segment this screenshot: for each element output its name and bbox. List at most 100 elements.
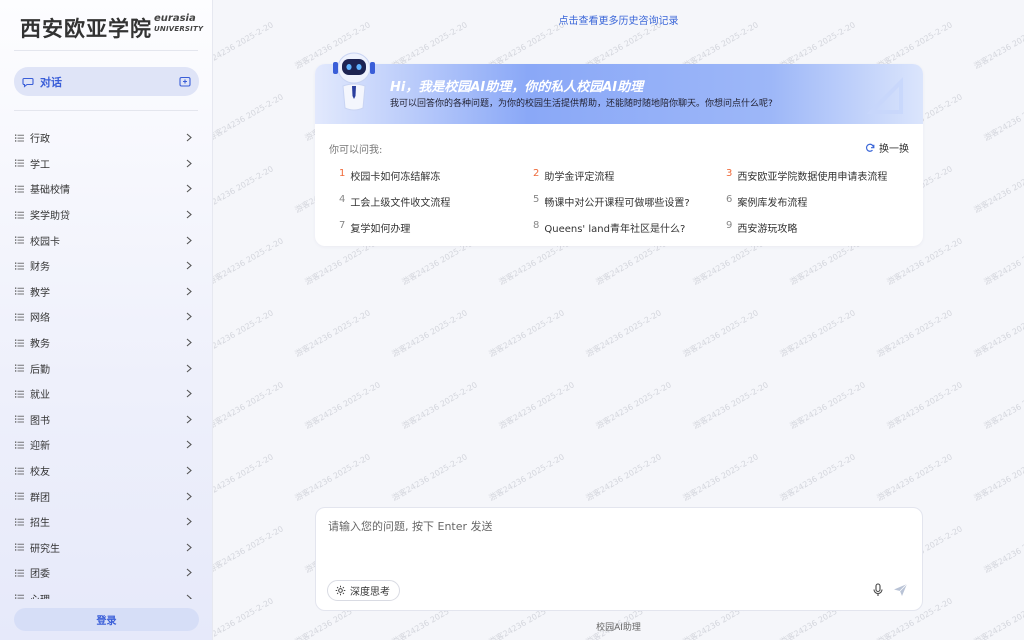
watermark-text: 游客24236 2025-2-20 [982, 236, 1024, 287]
question-text: 复学如何办理 [350, 224, 411, 235]
sidebar-menu-label: 心理 [30, 591, 50, 599]
chevron-right-icon [186, 389, 192, 398]
sidebar-menu-item[interactable]: 后勤 [0, 355, 212, 381]
list-icon [15, 390, 24, 398]
sidebar-menu-item[interactable]: 教务 [0, 330, 212, 356]
sidebar-menu-item[interactable]: 基础校情 [0, 176, 212, 202]
list-icon [15, 543, 24, 551]
sidebar-menu-label: 网络 [30, 313, 50, 325]
sidebar-menu-item[interactable]: 校园卡 [0, 227, 212, 253]
microphone-icon[interactable] [872, 583, 884, 597]
list-icon [15, 134, 24, 142]
watermark-text: 游客24236 2025-2-20 [213, 380, 285, 431]
question-number: 3 [726, 168, 733, 179]
sidebar-menu-item[interactable]: 迎新 [0, 432, 212, 458]
suggested-question[interactable]: 1 校园卡如何冻结解冻 [339, 168, 440, 183]
sidebar-menu-label: 就业 [30, 390, 50, 402]
new-chat-icon[interactable] [179, 76, 191, 88]
suggested-question[interactable]: 7 复学如何办理 [339, 220, 410, 235]
watermark-text: 游客24236 2025-2-20 [681, 308, 760, 359]
suggested-question[interactable]: 3 西安欧亚学院数据使用申请表流程 [726, 168, 887, 183]
chevron-right-icon [186, 364, 192, 373]
chevron-right-icon [186, 492, 192, 501]
list-icon [15, 287, 24, 295]
sidebar-menu-item[interactable]: 群团 [0, 483, 212, 509]
sidebar-menu-label: 教务 [30, 339, 50, 351]
sidebar-menu-label: 研究生 [30, 543, 60, 555]
chevron-right-icon [186, 517, 192, 526]
sidebar-menu-item[interactable]: 就业 [0, 381, 212, 407]
suggested-question[interactable]: 6 案例库发布流程 [726, 194, 807, 209]
welcome-card: Hi，我是校园AI助理，你的私人校园AI助理 我可以回答你的各种问题，为你的校园… [315, 64, 923, 246]
question-text: 工会上级文件收文流程 [350, 198, 451, 209]
chevron-right-icon [186, 159, 192, 168]
suggestions-label: 你可以问我: [329, 145, 383, 156]
send-icon[interactable] [893, 583, 908, 597]
question-number: 8 [533, 220, 540, 231]
sidebar-menu-item[interactable]: 学工 [0, 151, 212, 177]
welcome-header: Hi，我是校园AI助理，你的私人校园AI助理 我可以回答你的各种问题，为你的校园… [315, 64, 923, 124]
refresh-suggestions-button[interactable]: 换一换 [865, 140, 909, 155]
watermark-text: 游客24236 2025-2-20 [972, 596, 1024, 640]
watermark-text: 游客24236 2025-2-20 [972, 308, 1024, 359]
chat-bubble-icon [22, 77, 34, 88]
watermark-text: 游客24236 2025-2-20 [213, 452, 275, 503]
sidebar-menu-item[interactable]: 奖学助贷 [0, 202, 212, 228]
question-number: 9 [726, 220, 733, 231]
history-link[interactable]: 点击查看更多历史咨询记录 [213, 12, 1024, 27]
sidebar-menu-item[interactable]: 研究生 [0, 535, 212, 561]
chevron-right-icon [186, 543, 192, 552]
suggested-question[interactable]: 5 畅课中对公开课程可做哪些设置? [533, 194, 690, 209]
list-icon [15, 159, 24, 167]
watermark-text: 游客24236 2025-2-20 [497, 380, 576, 431]
gear-icon [335, 585, 346, 596]
chevron-right-icon [186, 185, 192, 193]
sidebar-menu-item[interactable]: 教学 [0, 279, 212, 305]
login-button[interactable]: 登录 [14, 608, 199, 631]
chevron-right-icon [186, 338, 192, 347]
question-input[interactable] [328, 518, 908, 568]
chevron-right-icon [186, 568, 192, 577]
suggested-question[interactable]: 2 助学金评定流程 [533, 168, 614, 183]
watermark-text: 游客24236 2025-2-20 [400, 380, 479, 431]
sidebar-menu-item[interactable]: 心理 [0, 586, 212, 599]
chat-nav-button[interactable]: 对话 [14, 67, 199, 96]
question-number: 7 [339, 220, 346, 231]
question-number: 6 [726, 194, 733, 205]
sidebar-menu-item[interactable]: 财务 [0, 253, 212, 279]
chat-nav-label: 对话 [40, 75, 62, 89]
suggested-question[interactable]: 4 工会上级文件收文流程 [339, 194, 450, 209]
list-icon [15, 441, 24, 449]
sidebar-menu-label: 图书 [30, 415, 50, 427]
sidebar-menu-item[interactable]: 招生 [0, 509, 212, 535]
list-icon [15, 211, 24, 219]
sidebar-menu-item[interactable]: 行政 [0, 125, 212, 151]
watermark-text: 游客24236 2025-2-20 [213, 92, 285, 143]
watermark-text: 游客24236 2025-2-20 [584, 308, 663, 359]
question-text: 案例库发布流程 [737, 198, 808, 209]
sidebar-menu-item[interactable]: 团委 [0, 560, 212, 586]
sidebar-menu-label: 财务 [30, 262, 50, 274]
logo-text-cn: 西安欧亚学院 [20, 17, 152, 41]
sidebar-menu-item[interactable]: 校友 [0, 458, 212, 484]
watermark-text: 游客24236 2025-2-20 [788, 380, 867, 431]
question-number: 1 [339, 168, 346, 179]
suggested-question[interactable]: 9 西安游玩攻略 [726, 220, 797, 235]
sidebar-menu-item[interactable]: 网络 [0, 304, 212, 330]
suggested-question[interactable]: 8 Queens' land青年社区是什么? [533, 220, 685, 235]
sidebar-menu-label: 校友 [30, 467, 50, 479]
sidebar-divider-mid [14, 110, 198, 111]
watermark-text: 游客24236 2025-2-20 [213, 20, 275, 71]
chevron-right-icon [186, 594, 192, 599]
list-icon [15, 364, 24, 372]
list-icon [15, 569, 24, 577]
deep-think-toggle[interactable]: 深度思考 [327, 580, 400, 601]
watermark-text: 游客24236 2025-2-20 [213, 308, 275, 359]
refresh-icon [865, 143, 875, 152]
watermark-text: 游客24236 2025-2-20 [303, 380, 382, 431]
watermark-text: 游客24236 2025-2-20 [778, 452, 857, 503]
sidebar-menu-label: 基础校情 [30, 185, 70, 197]
sidebar-menu-item[interactable]: 图书 [0, 407, 212, 433]
question-text: 助学金评定流程 [544, 172, 615, 183]
main-panel: 游客24236 2025-2-20 游客24236 2025-2-20 游客2423… [213, 0, 1024, 640]
